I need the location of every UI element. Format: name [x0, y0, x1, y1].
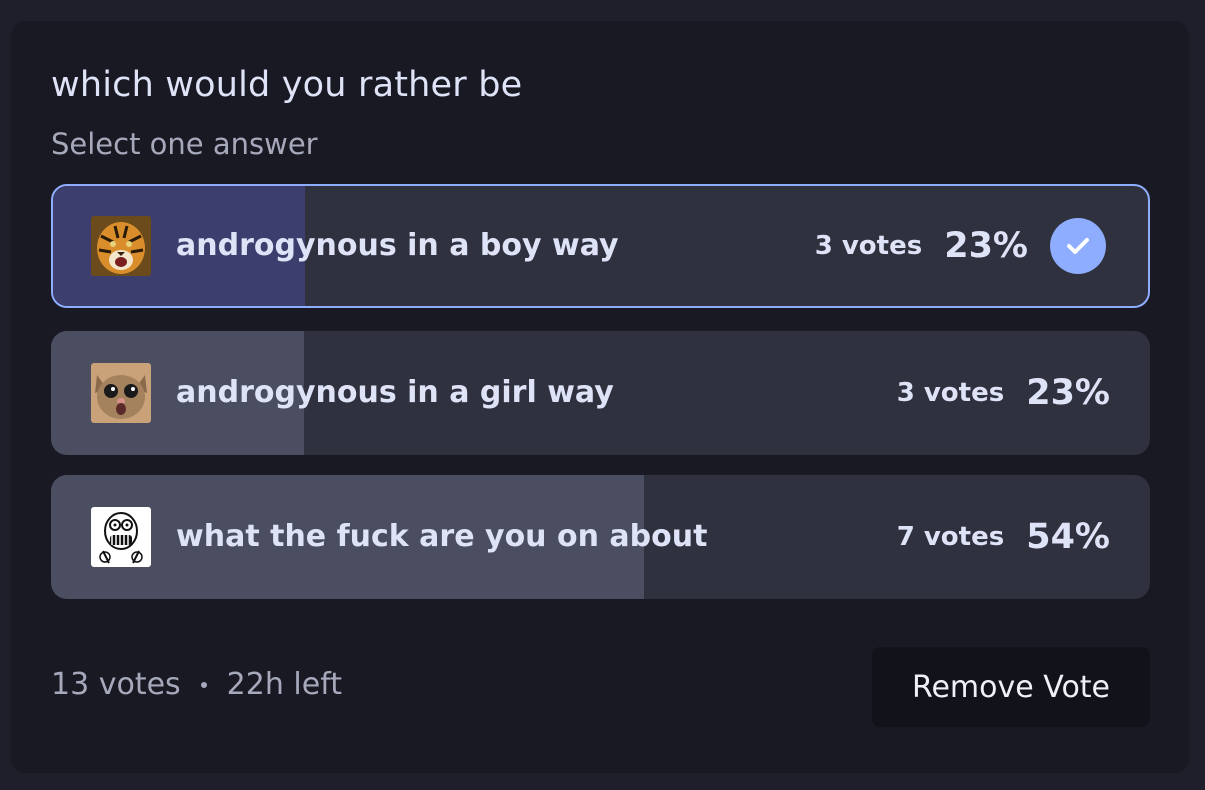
- answer-percentage: 23%: [944, 226, 1028, 266]
- poll-instruction: Select one answer: [51, 127, 318, 161]
- poll-answer-option[interactable]: androgynous in a boy way 3 votes 23%: [51, 184, 1150, 308]
- answer-label: androgynous in a girl way: [176, 375, 614, 410]
- remove-vote-button[interactable]: Remove Vote: [872, 647, 1150, 727]
- poll-stats: 13 votes 22h left: [51, 667, 342, 702]
- poll-card: which would you rather be Select one ans…: [11, 21, 1189, 773]
- answer-percentage: 23%: [1026, 373, 1110, 413]
- time-left: 22h left: [226, 667, 342, 702]
- answer-label: what the fuck are you on about: [176, 519, 708, 554]
- cat-image: [91, 363, 151, 423]
- poll-question: which would you rather be: [51, 65, 523, 105]
- rage-face-image: [91, 507, 151, 567]
- answer-label: androgynous in a boy way: [176, 228, 619, 263]
- answer-vote-count: 3 votes: [896, 378, 1005, 408]
- answer-percentage: 54%: [1026, 517, 1110, 557]
- tiger-image: [91, 216, 151, 276]
- total-votes: 13 votes: [51, 667, 181, 702]
- checkmark-icon: [1050, 218, 1106, 274]
- poll-answer-option[interactable]: androgynous in a girl way 3 votes 23%: [51, 331, 1150, 455]
- poll-answer-option[interactable]: what the fuck are you on about 7 votes 5…: [51, 475, 1150, 599]
- answer-vote-count: 7 votes: [896, 522, 1005, 552]
- separator-dot: [200, 681, 207, 688]
- answer-vote-count: 3 votes: [814, 231, 923, 261]
